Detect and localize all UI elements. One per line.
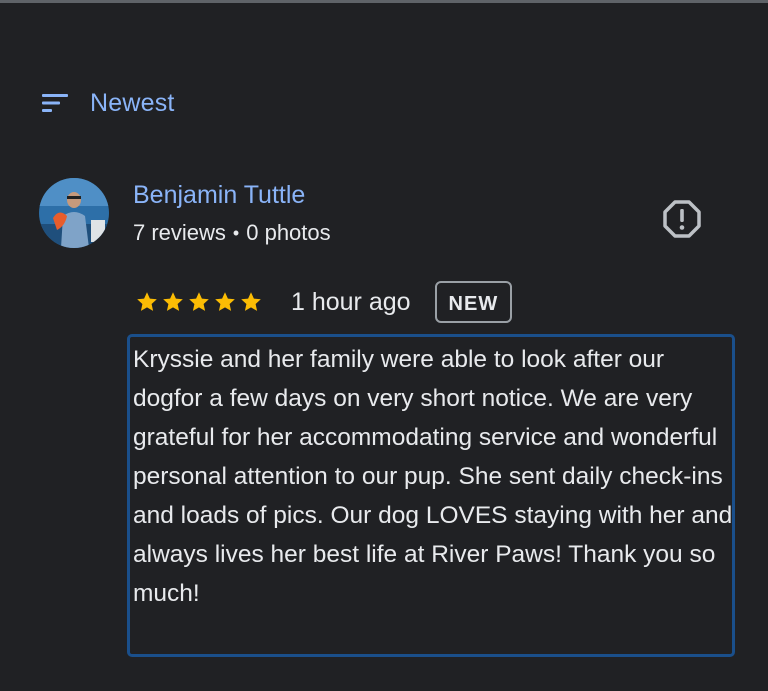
meta-separator: • [232,222,240,243]
avatar[interactable] [39,178,109,248]
star-rating [135,290,265,314]
star-icon [189,292,209,311]
reviews-panel: Newest Benjamin Tuttle 7 reviews • 0 pho… [0,0,768,691]
sort-button[interactable]: Newest [40,85,175,121]
star-icon [137,292,157,311]
review-text: Kryssie and her family were able to look… [133,346,733,607]
report-icon[interactable] [662,199,702,239]
review-count: 7 reviews [133,220,226,245]
reviewer-name[interactable]: Benjamin Tuttle [133,181,305,210]
rating-row: 1 hour ago NEW [135,279,513,325]
review-time: 1 hour ago [291,287,411,316]
sort-icon [42,94,68,112]
avatar-photo [39,178,109,248]
star-icon [215,292,235,311]
new-badge: NEW [434,281,513,323]
star-icon [241,292,261,311]
photo-count: 0 photos [246,220,331,245]
sort-label: Newest [90,88,175,117]
reviewer-meta: 7 reviews • 0 photos [133,220,331,246]
star-icon [163,292,183,311]
